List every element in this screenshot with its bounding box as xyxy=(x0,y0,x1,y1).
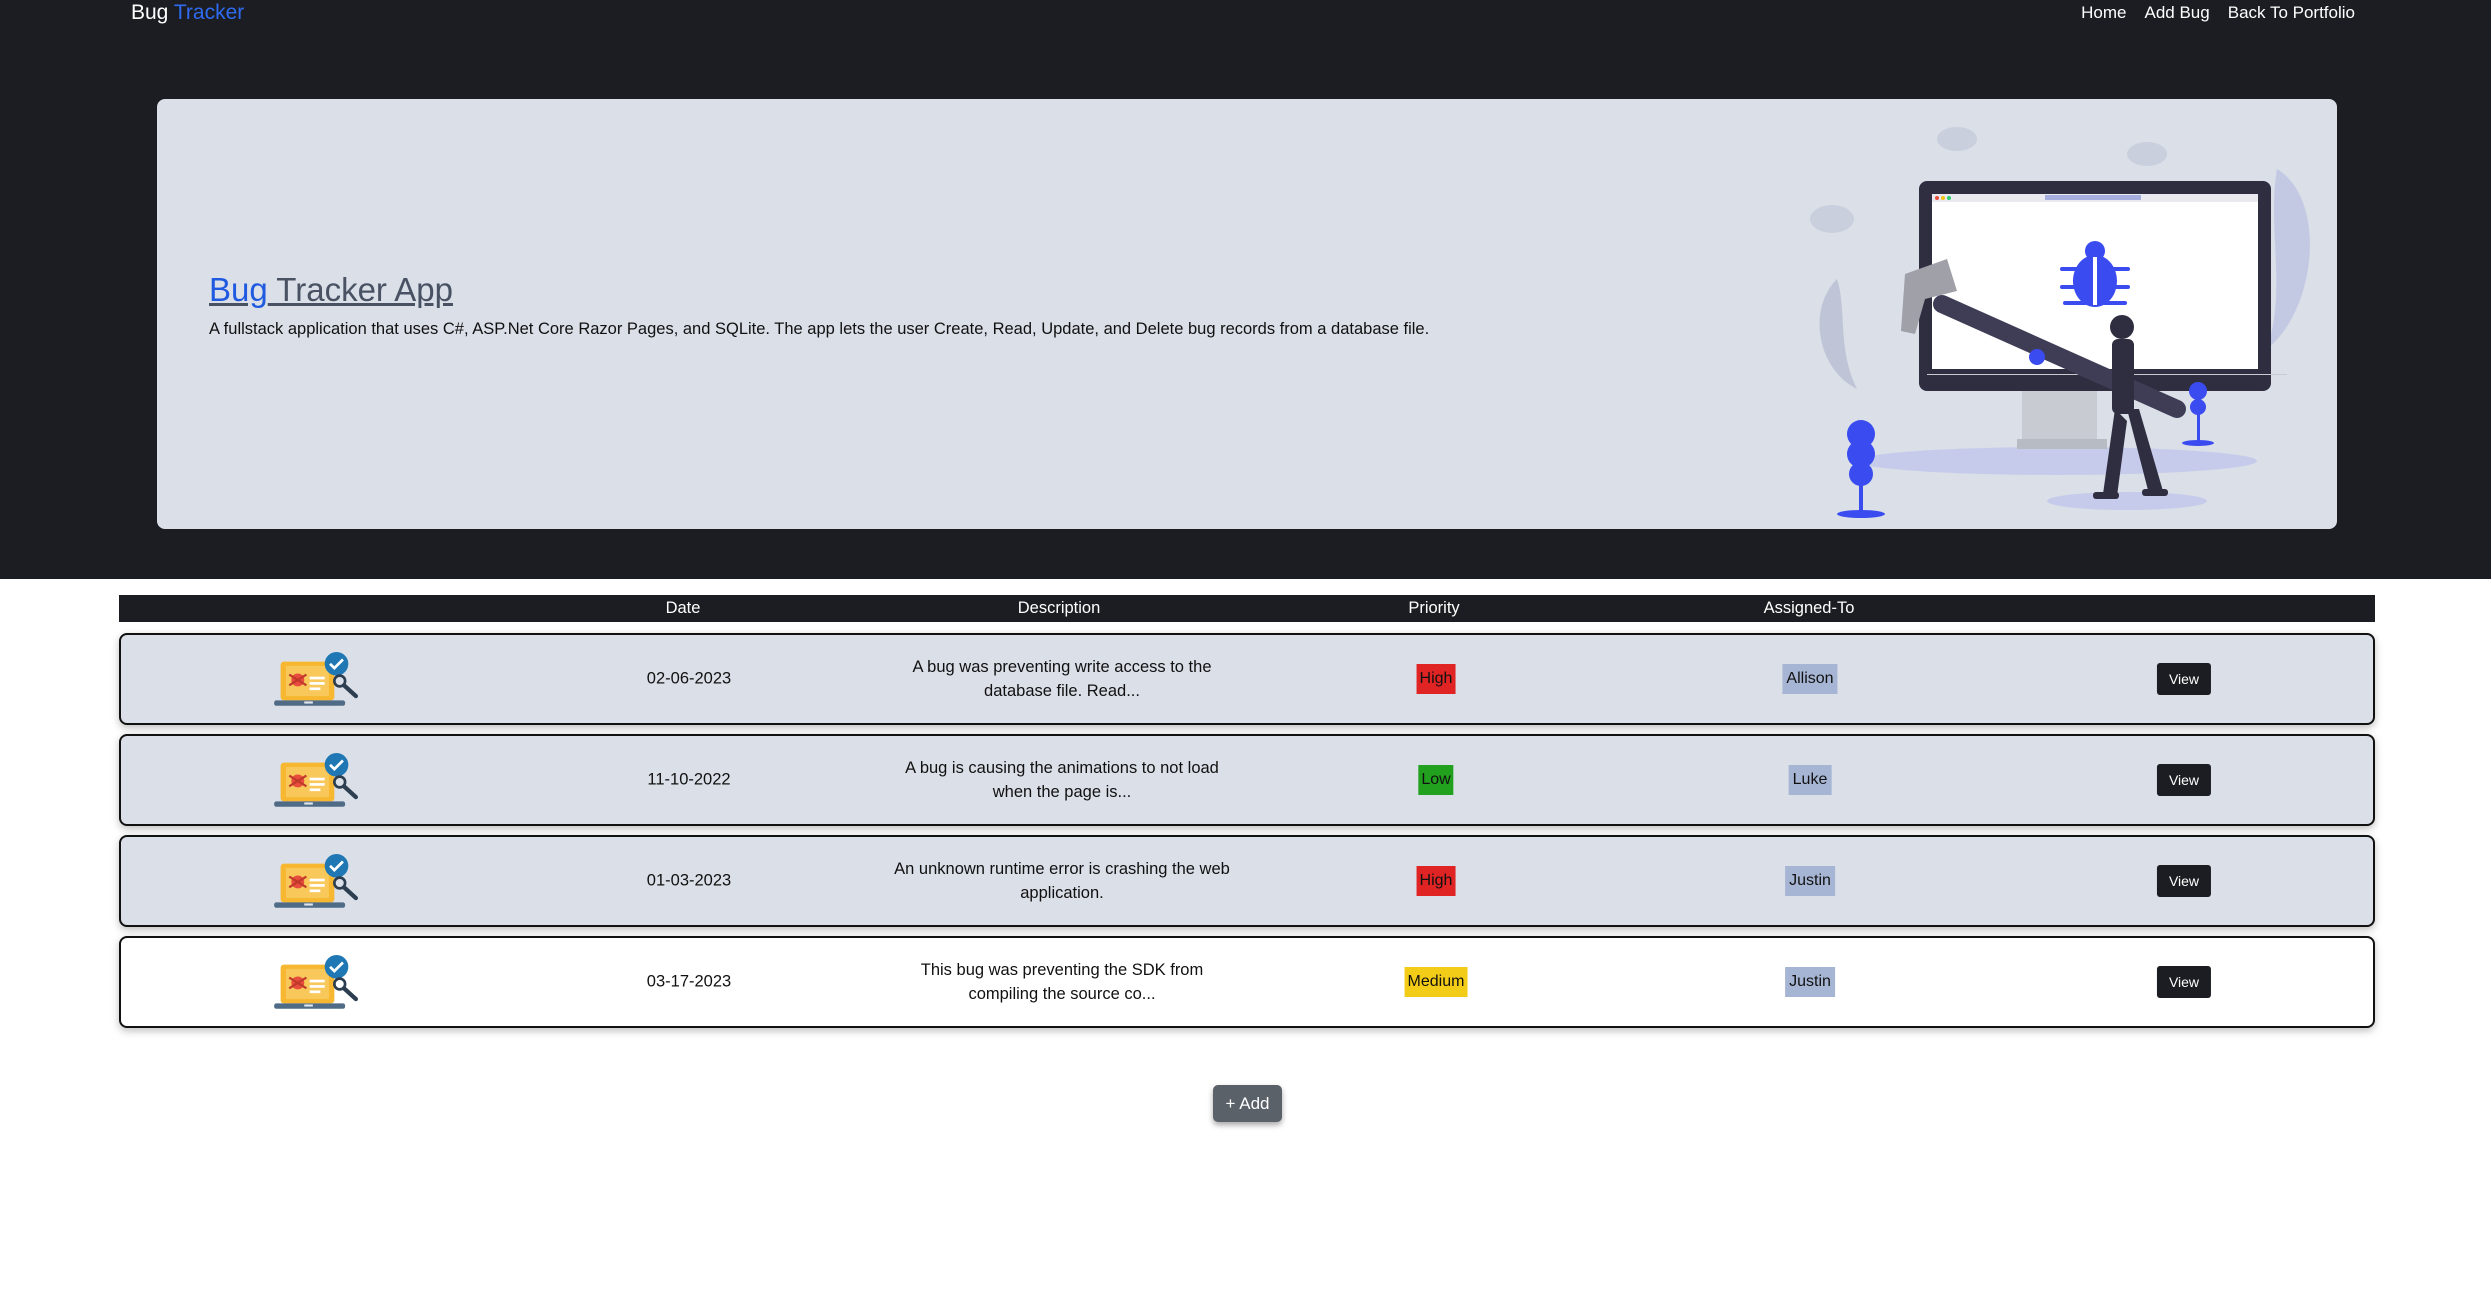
bug-description: This bug was preventing the SDK from com… xyxy=(920,961,1204,1003)
bug-report-laptop-icon xyxy=(272,650,358,712)
assignee-badge: Justin xyxy=(1785,967,1835,997)
add-bug-button[interactable]: + Add xyxy=(1213,1085,1282,1122)
view-button[interactable]: View xyxy=(2156,663,2212,695)
column-header-description: Description xyxy=(1017,599,1101,617)
bug-description: A bug is causing the animations to not l… xyxy=(905,759,1219,801)
priority-badge: Low xyxy=(1418,765,1454,795)
monitor-base xyxy=(2017,439,2107,449)
bug-report-laptop-icon xyxy=(272,953,358,1015)
hero-illustration xyxy=(1810,127,2310,518)
assignee-badge: Luke xyxy=(1788,765,1832,795)
nav-link-home[interactable]: Home xyxy=(2081,3,2126,23)
priority-badge: High xyxy=(1416,664,1456,694)
brand-text-bug: Bug xyxy=(131,1,169,24)
nav-link-back-to-portfolio[interactable]: Back To Portfolio xyxy=(2228,3,2355,23)
cloud-shape xyxy=(1937,127,1977,151)
window-dot xyxy=(1941,196,1945,200)
bug-description: An unknown runtime error is crashing the… xyxy=(894,860,1230,902)
hero-title-bug: Bug xyxy=(209,271,268,308)
cloud-shape xyxy=(2127,142,2167,166)
table-row: 03-17-2023 This bug was preventing the S… xyxy=(119,936,2375,1028)
view-button[interactable]: View xyxy=(2156,865,2212,897)
plant-pot-right xyxy=(2182,382,2214,446)
plant-pot-left xyxy=(1837,420,1885,518)
bug-date: 02-06-2023 xyxy=(646,669,732,688)
window-dot xyxy=(1935,196,1939,200)
cloud-shape xyxy=(1810,205,1854,233)
assignee-badge: Justin xyxy=(1785,866,1835,896)
hand-dot xyxy=(2029,349,2045,365)
priority-badge: Medium xyxy=(1404,967,1468,997)
bug-report-laptop-icon xyxy=(272,852,358,914)
column-header-date: Date xyxy=(665,599,701,617)
hero-description: A fullstack application that uses C#, AS… xyxy=(209,320,1430,338)
view-button[interactable]: View xyxy=(2156,966,2212,998)
table-row: 01-03-2023 An unknown runtime error is c… xyxy=(119,835,2375,927)
hero-title-rest: Tracker App xyxy=(267,271,453,308)
hero-banner: Bug Tracker App A fullstack application … xyxy=(157,99,2337,529)
brand-text-tracker: Tracker xyxy=(173,1,245,24)
plant-leaf-shape xyxy=(1819,279,1857,389)
column-header-assigned-to: Assigned-To xyxy=(1763,599,1855,617)
assignee-badge: Allison xyxy=(1782,664,1838,694)
floor-shadow xyxy=(2047,492,2207,510)
bug-date: 01-03-2023 xyxy=(646,871,732,890)
column-header-priority: Priority xyxy=(1408,599,1460,617)
navbar: Bug Tracker Home Add Bug Back To Portfol… xyxy=(0,0,2491,28)
bug-wing-divider xyxy=(2093,257,2097,305)
hero-title[interactable]: Bug Tracker App xyxy=(209,271,453,309)
bug-report-laptop-icon xyxy=(272,751,358,813)
plant-leaf-shape xyxy=(2267,169,2310,349)
bug-description: A bug was preventing write access to the… xyxy=(912,658,1212,700)
brand-logo[interactable]: Bug Tracker xyxy=(131,1,244,25)
nav-link-add-bug[interactable]: Add Bug xyxy=(2145,3,2210,23)
table-header: Date Description Priority Assigned-To xyxy=(119,595,2375,622)
bug-date: 11-10-2022 xyxy=(647,770,731,789)
window-dot xyxy=(1947,196,1951,200)
table-row: 11-10-2022 A bug is causing the animatio… xyxy=(119,734,2375,826)
view-button[interactable]: View xyxy=(2156,764,2212,796)
browser-address-bar xyxy=(2045,195,2141,200)
priority-badge: High xyxy=(1416,866,1456,896)
floor-shadow xyxy=(1857,447,2257,475)
bug-date: 03-17-2023 xyxy=(646,972,732,991)
table-row: 02-06-2023 A bug was preventing write ac… xyxy=(119,633,2375,725)
nav-links: Home Add Bug Back To Portfolio xyxy=(2081,3,2355,23)
